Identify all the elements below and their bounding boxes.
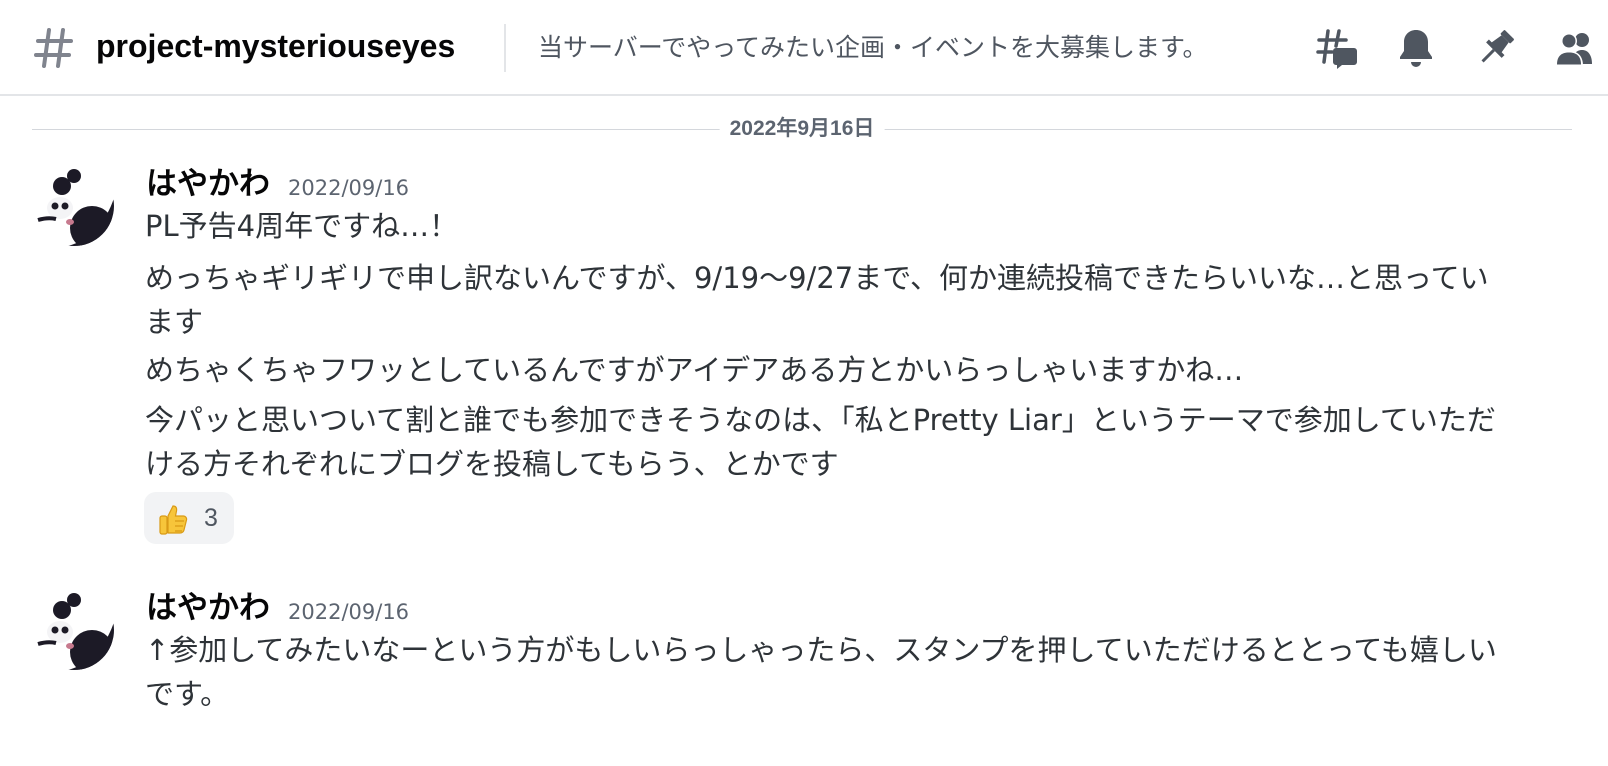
username[interactable]: はやかわ xyxy=(146,588,270,628)
channel-topic[interactable]: 当サーバーでやってみたい企画・イベントを大募集します。 xyxy=(538,28,1208,68)
message-line: ↑参加してみたいなーという方がもしいらっしゃったら、スタンプを押していただけると… xyxy=(145,633,1497,711)
username[interactable]: はやかわ xyxy=(146,164,270,204)
date-divider: 2022年9月16日 xyxy=(32,112,1572,146)
message-line: めちゃくちゃフワッとしているんですがアイデアある方とかいらっしゃいますかね… xyxy=(145,353,1244,387)
bell-icon[interactable] xyxy=(1394,26,1438,70)
header-divider xyxy=(504,24,506,72)
thumbs-up-icon xyxy=(156,502,190,536)
avatar[interactable] xyxy=(34,166,114,246)
reaction-count: 3 xyxy=(204,504,218,532)
message-line: 今パッと思いついて割と誰でも参加できそうなのは、「私とPretty Liar」と… xyxy=(145,403,1496,481)
avatar[interactable] xyxy=(34,590,114,670)
date-divider-label: 2022年9月16日 xyxy=(719,112,885,146)
channel-name: project-mysteriouseyes xyxy=(96,28,456,64)
channel-header: project-mysteriouseyes 当サーバーでやってみたい企画・イベ… xyxy=(0,0,1608,96)
members-icon[interactable] xyxy=(1552,26,1596,70)
message: はやかわ 2022/09/16 PL予告4周年ですね…！ めっちゃギリギリで申し… xyxy=(0,160,1608,560)
reaction-button[interactable]: 3 xyxy=(144,492,234,544)
hash-icon xyxy=(34,26,74,70)
message-line: めっちゃギリギリで申し訳ないんですが、9/19〜9/27まで、何か連続投稿できた… xyxy=(145,261,1489,339)
pin-icon[interactable] xyxy=(1474,26,1518,70)
message-line: PL予告4周年ですね…！ xyxy=(145,209,459,243)
threads-icon[interactable] xyxy=(1314,26,1358,70)
timestamp[interactable]: 2022/09/16 xyxy=(288,174,409,202)
timestamp[interactable]: 2022/09/16 xyxy=(288,598,409,626)
message: はやかわ 2022/09/16 ↑参加してみたいなーという方がもしいらっしゃった… xyxy=(0,584,1608,754)
